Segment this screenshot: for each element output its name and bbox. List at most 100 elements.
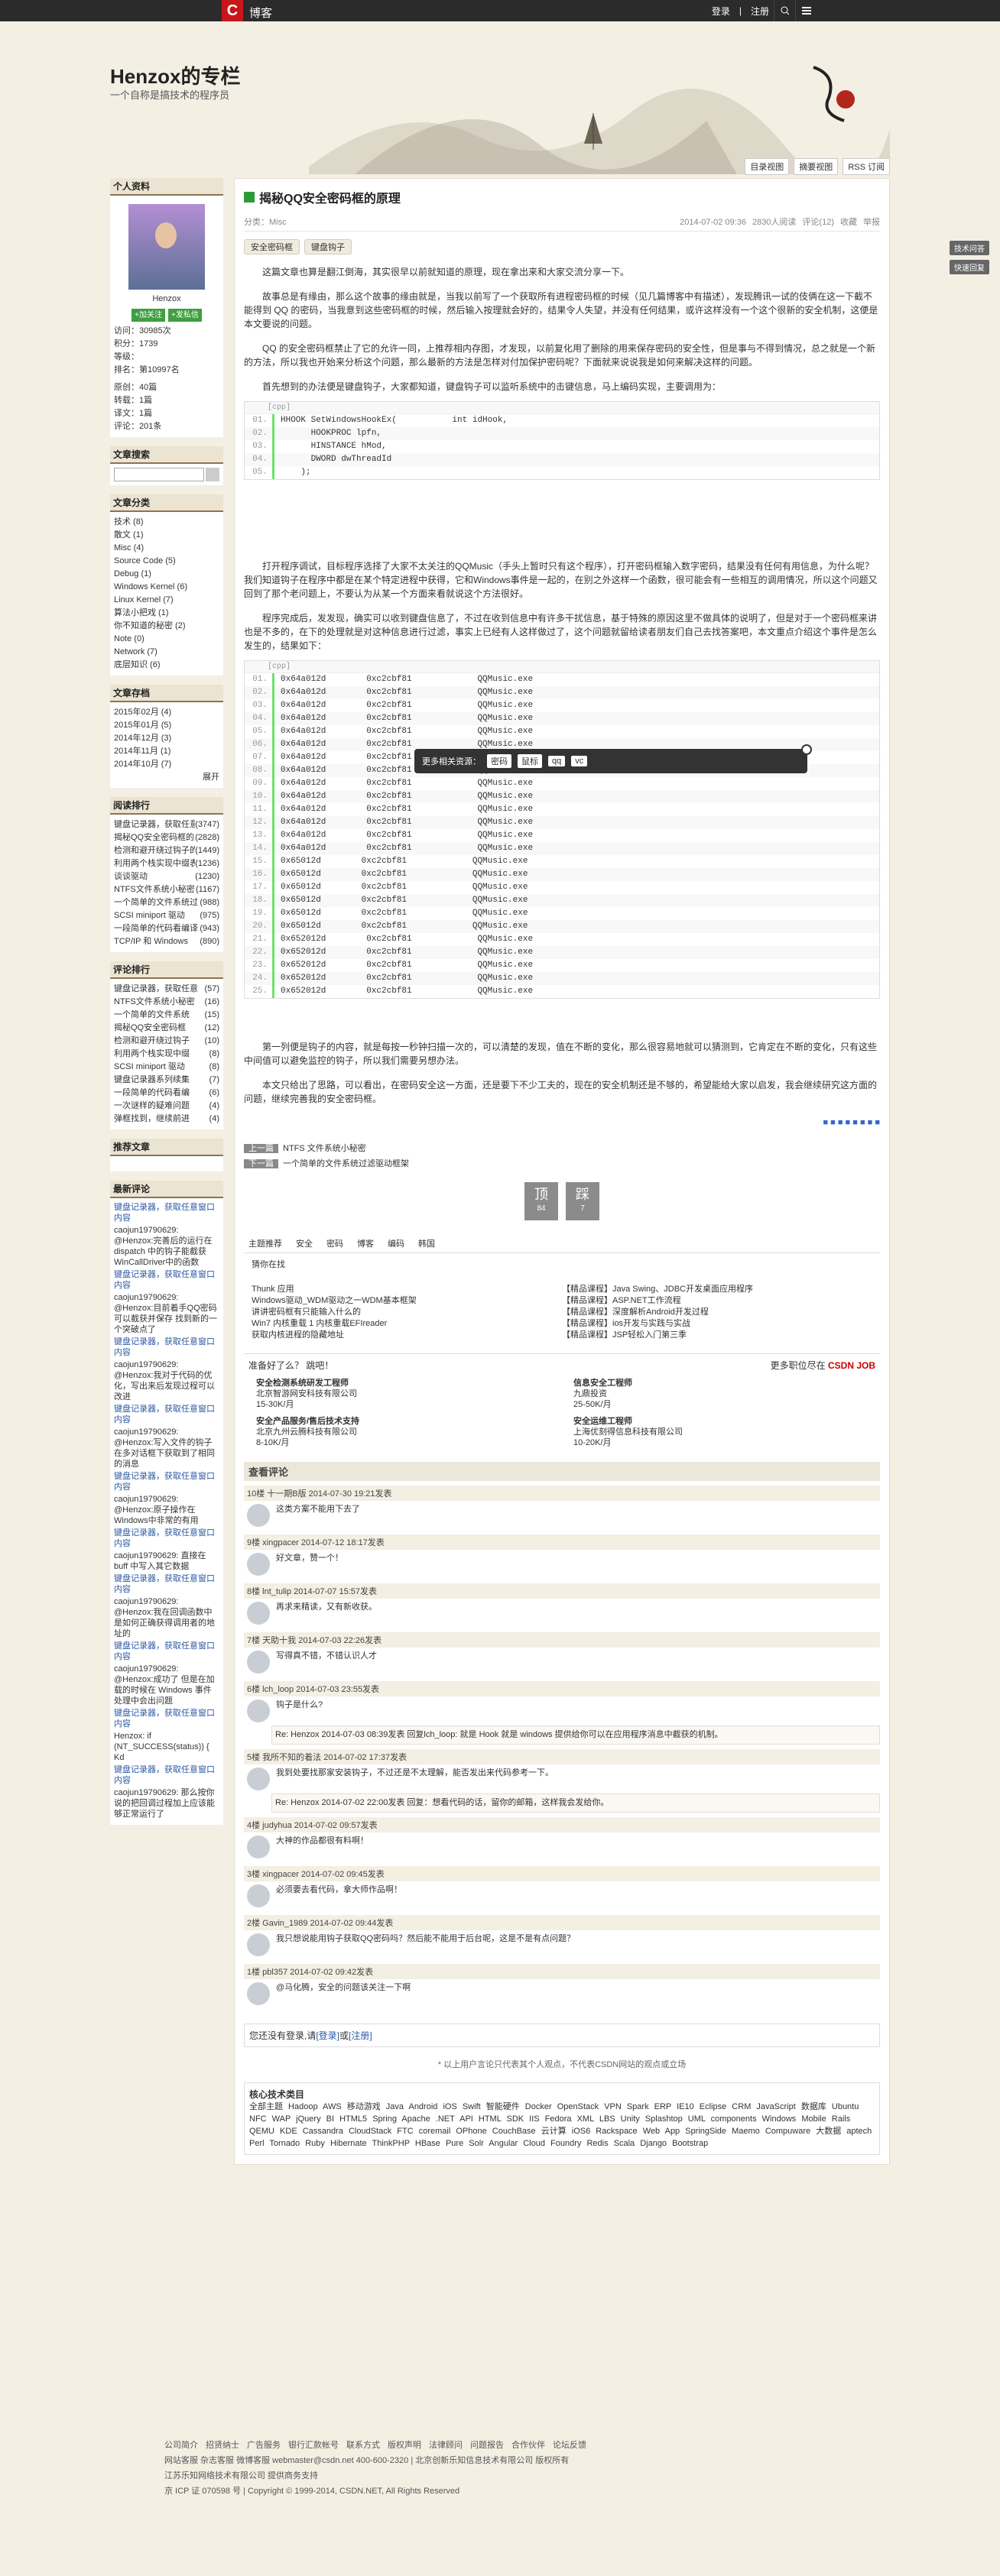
job-item[interactable]: 信息安全工程师 九鼎投资 25-50K/月 (573, 1378, 875, 1410)
rank-title[interactable]: 利用两个栈实现中缀表达式求值 (114, 857, 195, 870)
upvote-button[interactable]: 顶 84 (524, 1182, 558, 1220)
downvote-button[interactable]: 踩7 (566, 1182, 599, 1220)
footer-link[interactable]: 问题报告 (470, 2441, 504, 2450)
comment-article-link[interactable]: 键盘记录器，获取任意窗口内容 (114, 1404, 219, 1425)
rank-item[interactable]: 一次谜样的疑难问题 (4) (114, 1100, 219, 1113)
avatar[interactable] (247, 1768, 270, 1790)
rank-item[interactable]: 一段简单的代码看编译 (943) (114, 922, 219, 935)
footer-link[interactable]: 联系方式 (346, 2441, 380, 2450)
rank-title[interactable]: 弹框找到，继续前进 (114, 1113, 198, 1126)
quick-reply-button[interactable]: 快速回复 (950, 260, 989, 274)
rank-item[interactable]: SCSI miniport 驱动 (8) (114, 1061, 219, 1074)
rank-title[interactable]: 键盘记录器，获取任意窗口内容 (114, 818, 195, 831)
rank-title[interactable]: 键盘记录器，获取任意 (114, 983, 198, 996)
topic-tab[interactable]: 主题推荐 (248, 1237, 282, 1249)
course-link[interactable]: 【精品课程】ASP.NET工作流程 (562, 1295, 872, 1307)
category-link[interactable]: Misc (269, 218, 287, 227)
comment-article-link[interactable]: 键盘记录器，获取任意窗口内容 (114, 1764, 219, 1786)
rank-item[interactable]: 检测和避开绕过钩子 (10) (114, 1035, 219, 1048)
rank-item[interactable]: NTFS文件系统小秘密 (1167) (114, 883, 219, 896)
login-link[interactable]: [登录] (316, 2030, 339, 2041)
register-link[interactable]: 注册 (746, 5, 774, 18)
job-title[interactable]: 信息安全工程师 (573, 1378, 875, 1388)
category-link[interactable]: 你不知道的秘密 (2) (114, 620, 219, 633)
avatar[interactable] (247, 1836, 270, 1858)
footer-link[interactable]: 招贤纳士 (206, 2441, 239, 2450)
related-tag[interactable]: vc (571, 756, 588, 766)
rank-item[interactable]: 谈谈驱动 (1230) (114, 870, 219, 883)
article-title[interactable]: 揭秘QQ安全密码框的原理 (259, 188, 401, 206)
code-toolbar[interactable]: [cpp] (245, 661, 879, 673)
related-article-link[interactable]: Windows驱动_WDM驱动之一WDM基本框架 (252, 1295, 562, 1307)
category-link[interactable]: Debug (1) (114, 568, 219, 581)
category-link[interactable]: 技术 (8) (114, 516, 219, 529)
rank-item[interactable]: 键盘记录器系列续集 (7) (114, 1074, 219, 1087)
avatar[interactable] (247, 1933, 270, 1956)
rank-title[interactable]: NTFS文件系统小秘密 (114, 883, 196, 896)
rank-item[interactable]: 利用两个栈实现中缀表达式求值(1236) (114, 857, 219, 870)
rank-title[interactable]: 一段简单的代码看编译 (114, 922, 198, 935)
category-link[interactable]: Windows Kernel (6) (114, 581, 219, 594)
job-item[interactable]: 安全产品服务/售后技术支持 北京九州云腾科技有限公司 8-10K/月 (256, 1416, 558, 1448)
rank-title[interactable]: SCSI miniport 驱动 (114, 1061, 198, 1074)
report-link[interactable]: 举报 (863, 218, 880, 227)
csdn-job-link[interactable]: CSDN JOB (828, 1360, 875, 1371)
job-item[interactable]: 安全检测系统研发工程师 北京智游网安科技有限公司 15-30K/月 (256, 1378, 558, 1410)
user-name[interactable]: Henzox (114, 293, 219, 306)
comment-article-link[interactable]: 键盘记录器，获取任意窗口内容 (114, 1471, 219, 1492)
rank-item[interactable]: 一段简单的代码看编 (6) (114, 1087, 219, 1100)
footer-link[interactable]: 合作伙伴 (511, 2441, 545, 2450)
rank-title[interactable]: 谈谈驱动 (114, 870, 195, 883)
comment-article-link[interactable]: 键盘记录器，获取任意窗口内容 (114, 1202, 219, 1223)
category-link[interactable]: Note (0) (114, 633, 219, 646)
archive-link[interactable]: 2014年10月 (7) (114, 758, 219, 771)
job-title[interactable]: 安全运维工程师 (573, 1416, 875, 1427)
course-link[interactable]: 【精品课程】Java Swing、JDBC开发桌面应用程序 (562, 1284, 872, 1295)
rank-item[interactable]: SCSI miniport 驱动 (975) (114, 909, 219, 922)
rank-item[interactable]: 键盘记录器，获取任意 (57) (114, 983, 219, 996)
code-toolbar[interactable]: [cpp] (245, 402, 879, 414)
csdn-logo[interactable]: C (222, 0, 243, 21)
category-link[interactable]: Source Code (5) (114, 555, 219, 568)
search-icon[interactable] (774, 0, 795, 21)
next-article-link[interactable]: 一个简单的文件系统过滤驱动框架 (283, 1159, 409, 1168)
rank-item[interactable]: 一个简单的文件系统过滤 (988) (114, 896, 219, 909)
rank-item[interactable]: 键盘记录器，获取任意窗口内容(3747) (114, 818, 219, 831)
comment-article-link[interactable]: 键盘记录器，获取任意窗口内容 (114, 1641, 219, 1662)
follow-button[interactable]: +加关注 (131, 309, 165, 322)
footer-link[interactable]: 银行汇款帐号 (288, 2441, 339, 2450)
expand-link[interactable]: 展开 (114, 771, 219, 784)
rank-title[interactable]: 键盘记录器系列续集 (114, 1074, 198, 1087)
share-icons[interactable]: ■ ■ ■ ■ ■ ■ ■ ■ (244, 1118, 880, 1127)
related-tag[interactable]: 密码 (487, 754, 511, 768)
topic-tab[interactable]: 博客 (357, 1237, 374, 1249)
category-link[interactable]: Network (7) (114, 646, 219, 659)
comment-article-link[interactable]: 键盘记录器，获取任意窗口内容 (114, 1337, 219, 1358)
category-link[interactable]: 算法小把戏 (1) (114, 607, 219, 620)
rank-title[interactable]: SCSI miniport 驱动 (114, 909, 198, 922)
course-link[interactable]: 【精品课程】JSP轻松入门第三季 (562, 1330, 872, 1341)
rank-item[interactable]: TCP/IP 和 Windows (890) (114, 935, 219, 948)
summary-view-button[interactable]: 摘要视图 (794, 158, 839, 175)
related-tag[interactable]: qq (548, 756, 566, 766)
footer-link[interactable]: 公司简介 (164, 2441, 198, 2450)
rank-title[interactable]: 揭秘QQ安全密码框的原理 (114, 831, 195, 844)
catalog-view-button[interactable]: 目录视图 (745, 158, 790, 175)
tag[interactable]: 安全密码框 (244, 239, 300, 254)
search-icon[interactable] (206, 468, 219, 481)
footer-link[interactable]: 广告服务 (247, 2441, 281, 2450)
category-link[interactable]: 底层知识 (6) (114, 659, 219, 672)
comment-article-link[interactable]: 键盘记录器，获取任意窗口内容 (114, 1269, 219, 1291)
related-article-link[interactable]: 讲讲密码框有只能输入什么的 (252, 1307, 562, 1318)
avatar[interactable] (247, 1651, 270, 1674)
rank-title[interactable]: 利用两个栈实现中缀 (114, 1048, 198, 1061)
topic-tab[interactable]: 编码 (388, 1237, 404, 1249)
related-article-link[interactable]: 获取内核进程的隐藏地址 (252, 1330, 562, 1341)
rank-title[interactable]: 一次谜样的疑难问题 (114, 1100, 198, 1113)
topic-tab[interactable]: 韩国 (418, 1237, 435, 1249)
related-tag[interactable]: 鼠标 (518, 754, 542, 768)
rank-title[interactable]: NTFS文件系统小秘密 (114, 996, 198, 1009)
category-link[interactable]: Misc (4) (114, 542, 219, 555)
avatar[interactable] (247, 1504, 270, 1527)
footer-link[interactable]: 论坛反馈 (553, 2441, 586, 2450)
